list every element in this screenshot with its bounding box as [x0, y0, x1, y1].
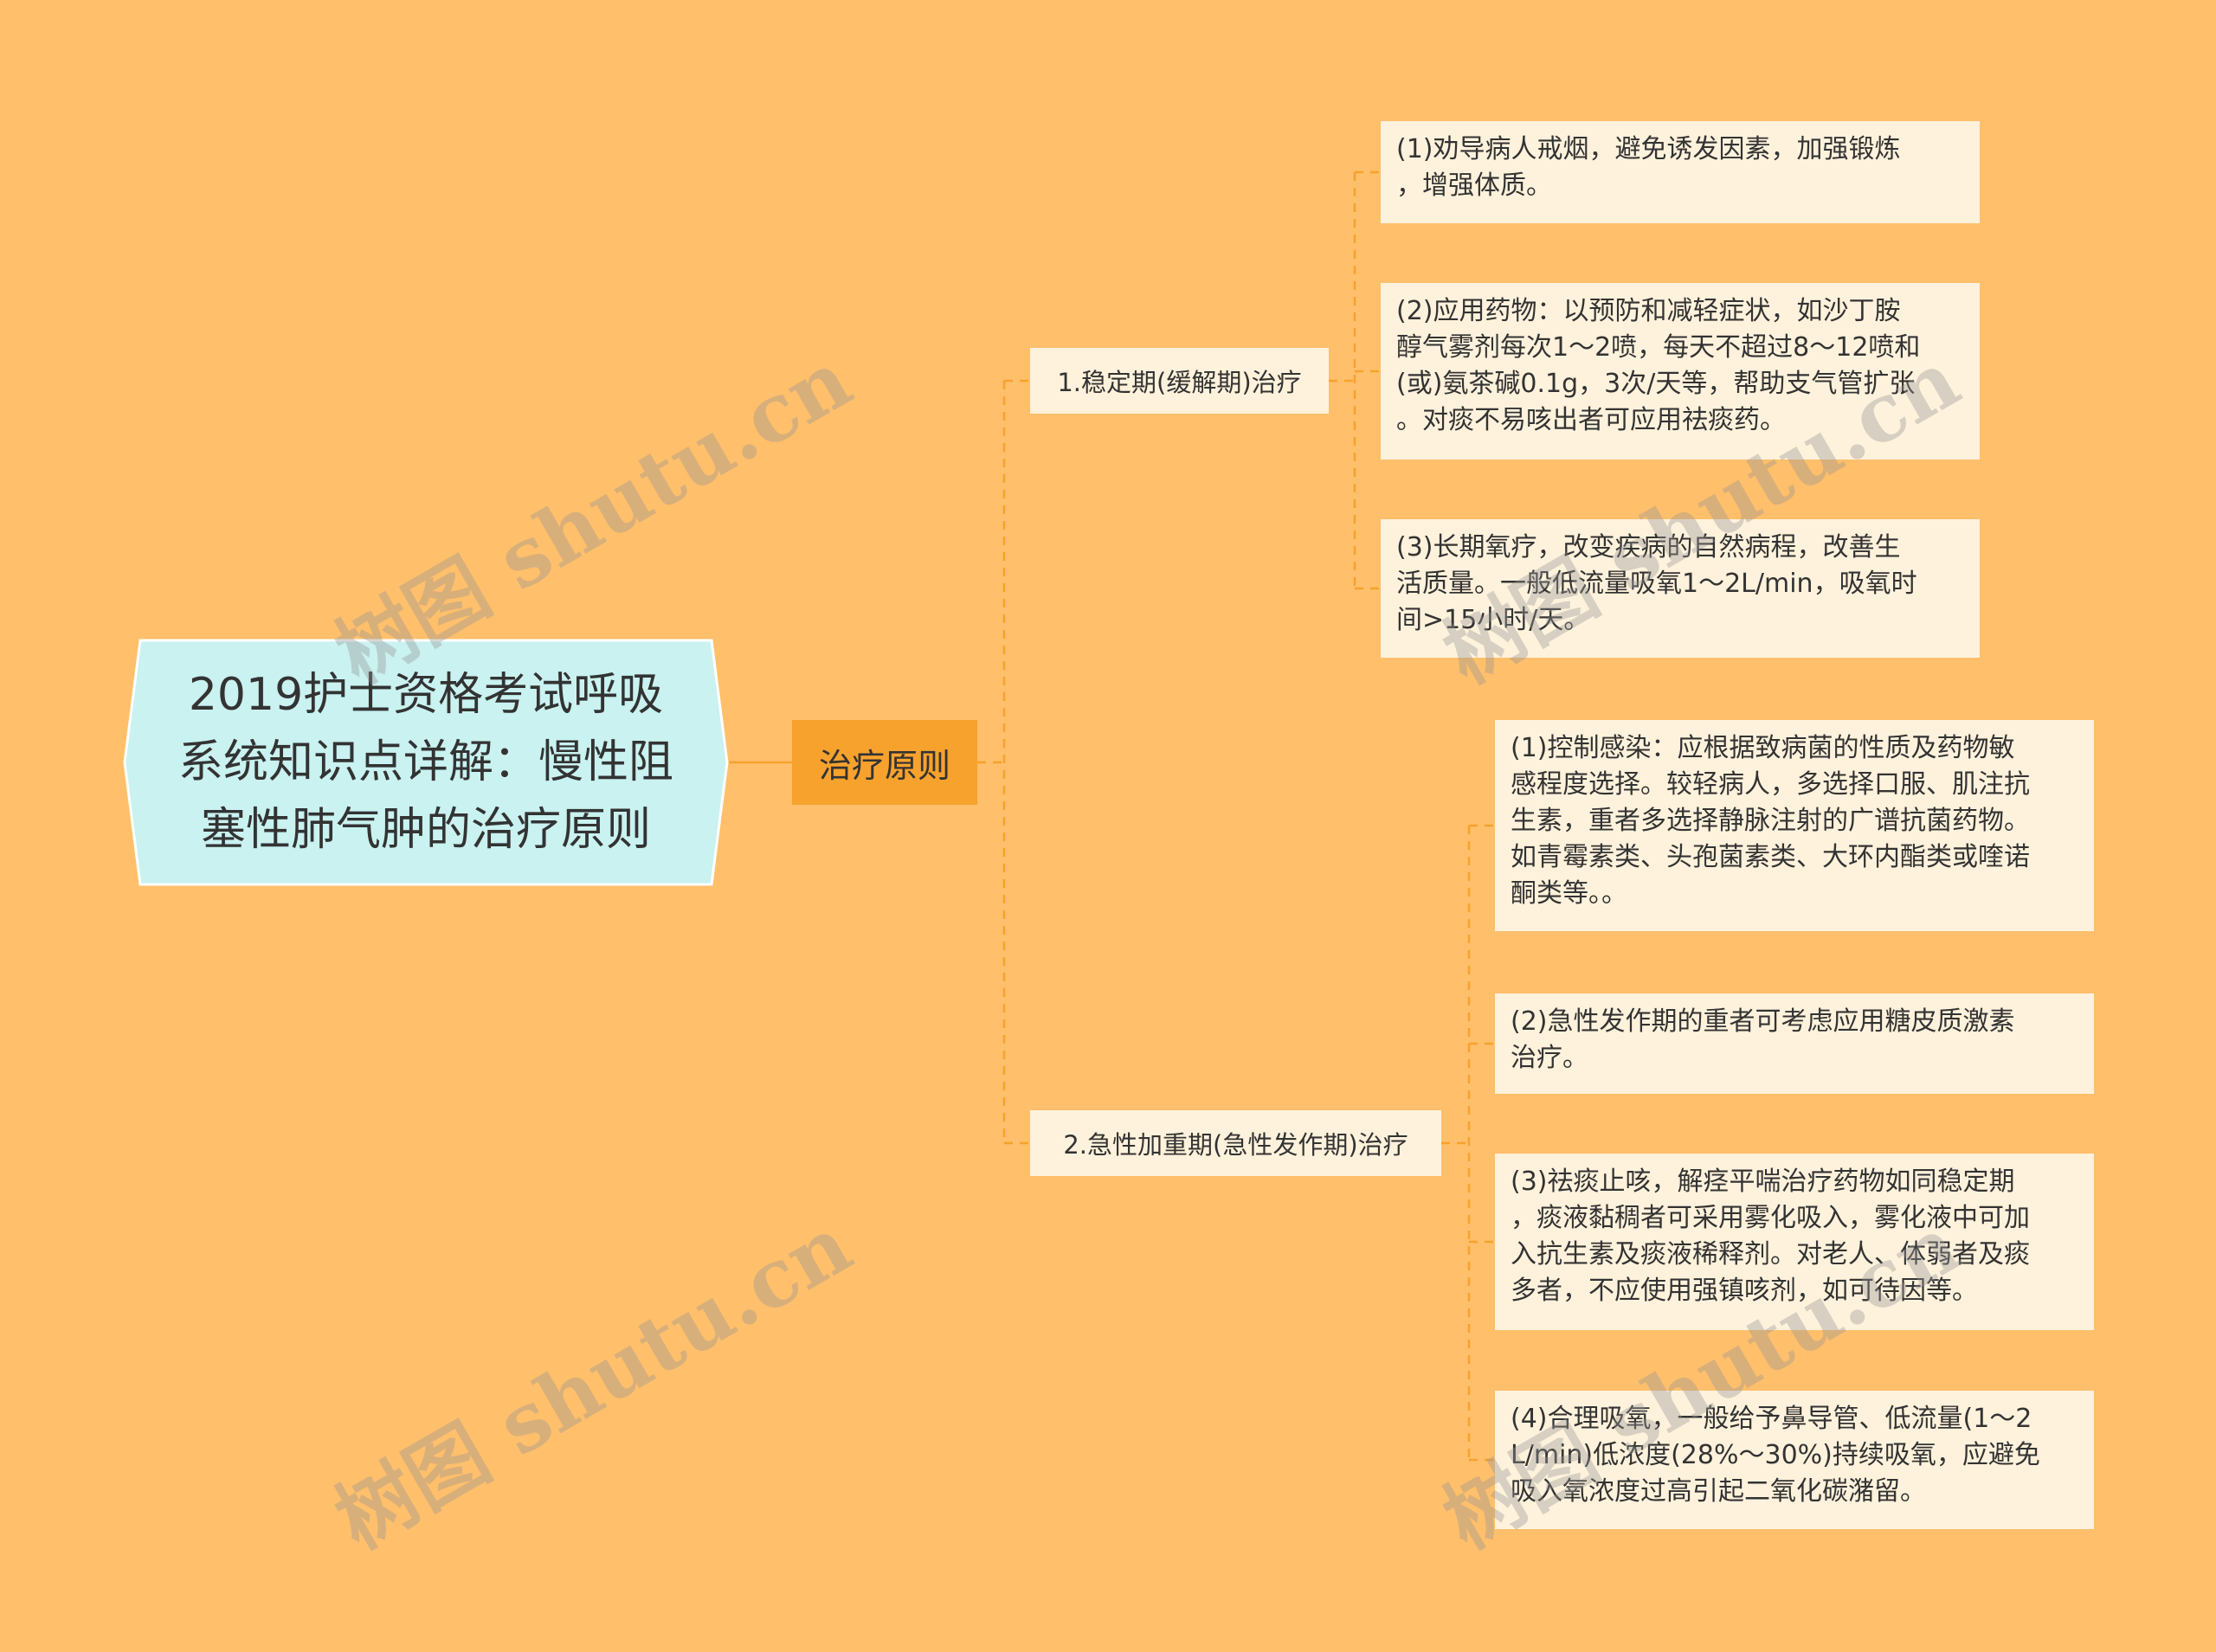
leaf-text-line: (或)氨茶碱0.1g，3次/天等，帮助支气管扩张: [1396, 369, 1916, 399]
leaf-acute-4[interactable]: (4)合理吸氧，一般给予鼻导管、低流量(1～2 L/min)低浓度(28%～30…: [1495, 1391, 2094, 1529]
leaf-text-line: 多者，不应使用强镇咳剂，如可待因等。: [1511, 1276, 1978, 1306]
leaf-text-line: 感程度选择。较轻病人，多选择口服、肌注抗: [1511, 769, 2030, 800]
connector-hub-branches: [977, 379, 1030, 1145]
connector-branch2-leaves: [1441, 824, 1495, 1462]
leaf-text-line: (3)祛痰止咳，解痉平喘治疗药物如同稳定期: [1511, 1167, 2015, 1197]
leaf-text-line: (2)应用药物：以预防和减轻症状，如沙丁胺: [1396, 296, 1901, 326]
leaf-text-line: 酮类等。。: [1511, 878, 1627, 909]
leaf-text-line: (1)劝导病人戒烟，避免诱发因素，加强锻炼: [1396, 134, 1901, 164]
connector-branch1-leaves: [1329, 170, 1381, 590]
leaf-text-line: 。对痰不易咳出者可应用祛痰药。: [1396, 405, 1786, 435]
leaf-stable-1[interactable]: (1)劝导病人戒烟，避免诱发因素，加强锻炼 ，增强体质。: [1381, 121, 1980, 223]
leaf-stable-3[interactable]: (3)长期氧疗，改变疾病的自然病程，改善生 活质量。一般低流量吸氧1～2L/mi…: [1381, 519, 1980, 658]
leaf-text-line: (4)合理吸氧，一般给予鼻导管、低流量(1～2: [1511, 1404, 2032, 1434]
leaf-text-line: 如青霉素类、头孢菌素类、大环内酯类或喹诺: [1511, 842, 2030, 872]
leaf-stable-2[interactable]: (2)应用药物：以预防和减轻症状，如沙丁胺 醇气雾剂每次1～2喷，每天不超过8～…: [1381, 283, 1980, 460]
leaf-text-line: ，痰液黏稠者可采用雾化吸入，雾化液中可加: [1511, 1203, 2030, 1233]
leaf-text-line: 间>15小时/天。: [1396, 605, 1590, 635]
leaf-acute-2[interactable]: (2)急性发作期的重者可考虑应用糖皮质激素 治疗。: [1495, 993, 2094, 1094]
leaf-text-line: 吸入氧浓度过高引起二氧化碳潴留。: [1511, 1476, 1926, 1507]
leaf-text-line: L/min)低浓度(28%～30%)持续吸氧，应避免: [1511, 1440, 2040, 1470]
hub-topic[interactable]: 治疗原则: [792, 720, 977, 805]
branch-label: 2.急性加重期(急性发作期)治疗: [1063, 1130, 1408, 1160]
leaf-text-line: 生素，重者多选择静脉注射的广谱抗菌药物。: [1511, 806, 2030, 836]
leaf-acute-1[interactable]: (1)控制感染：应根据致病菌的性质及药物敏 感程度选择。较轻病人，多选择口服、肌…: [1495, 720, 2094, 931]
branch-acute-phase[interactable]: 2.急性加重期(急性发作期)治疗: [1030, 1110, 1441, 1176]
leaf-text-line: 活质量。一般低流量吸氧1～2L/min，吸氧时: [1396, 569, 1917, 599]
leaf-text-line: (2)急性发作期的重者可考虑应用糖皮质激素: [1511, 1006, 2015, 1037]
leaf-text-line: 入抗生素及痰液稀释剂。对老人、体弱者及痰: [1511, 1239, 2030, 1270]
branch-label: 1.稳定期(缓解期)治疗: [1057, 368, 1302, 397]
hub-label: 治疗原则: [818, 746, 950, 785]
branch-stable-phase[interactable]: 1.稳定期(缓解期)治疗: [1030, 348, 1329, 414]
leaf-text-line: ，增强体质。: [1396, 170, 1552, 201]
root-title: 2019护士资格考试呼吸系统知识点详解：慢性阻塞性肺气肿的治疗原则: [177, 669, 673, 856]
root-topic[interactable]: 2019护士资格考试呼吸系统知识点详解：慢性阻塞性肺气肿的治疗原则: [123, 639, 729, 886]
leaf-text-line: (3)长期氧疗，改变疾病的自然病程，改善生: [1396, 532, 1901, 562]
leaf-text-line: 治疗。: [1511, 1043, 1588, 1073]
leaf-acute-3[interactable]: (3)祛痰止咳，解痉平喘治疗药物如同稳定期 ，痰液黏稠者可采用雾化吸入，雾化液中…: [1495, 1154, 2094, 1330]
leaf-text-line: (1)控制感染：应根据致病菌的性质及药物敏: [1511, 733, 2015, 763]
leaf-text-line: 醇气雾剂每次1～2喷，每天不超过8～12喷和: [1396, 332, 1921, 363]
